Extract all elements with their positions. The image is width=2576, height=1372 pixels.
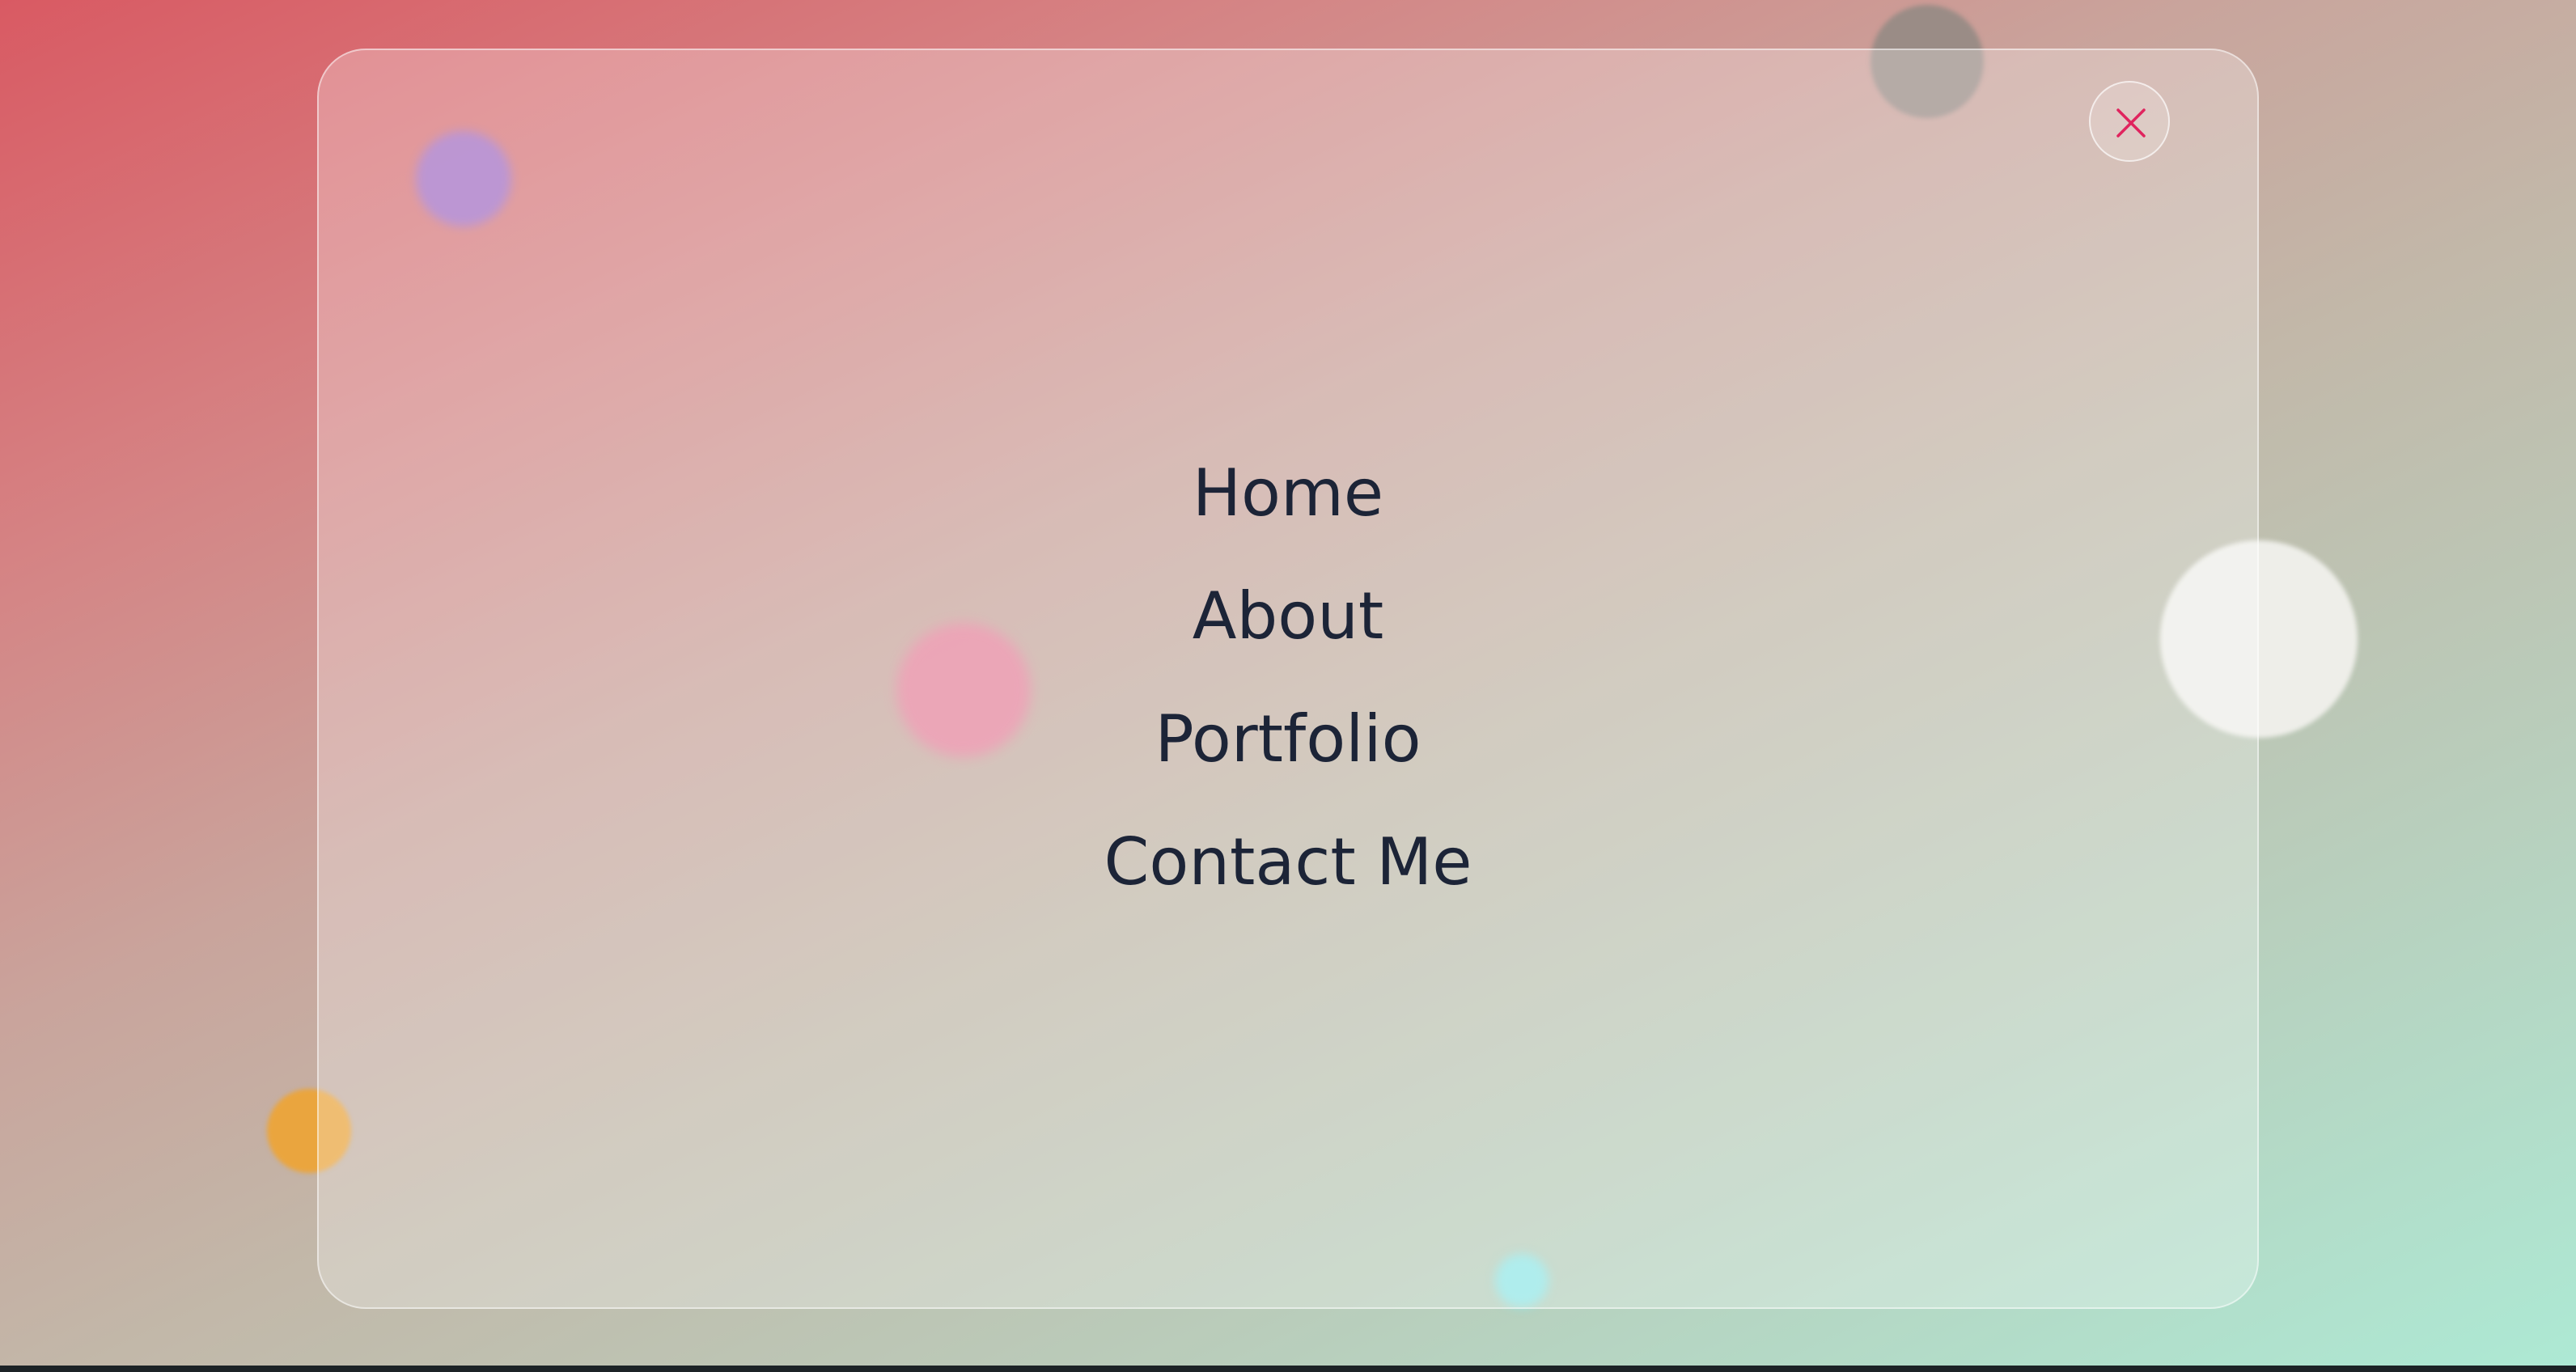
- nav-link-portfolio[interactable]: Portfolio: [0, 691, 2576, 814]
- nav-link-contact[interactable]: Contact Me: [0, 814, 2576, 937]
- background: Home About Portfolio Contact Me: [0, 0, 2576, 1366]
- bottom-edge-bar: [0, 1366, 2576, 1372]
- nav-link-home[interactable]: Home: [0, 445, 2576, 568]
- close-icon: [2116, 108, 2146, 138]
- nav-menu: Home About Portfolio Contact Me: [0, 445, 2576, 937]
- nav-link-about[interactable]: About: [0, 568, 2576, 691]
- close-button[interactable]: [2089, 81, 2170, 162]
